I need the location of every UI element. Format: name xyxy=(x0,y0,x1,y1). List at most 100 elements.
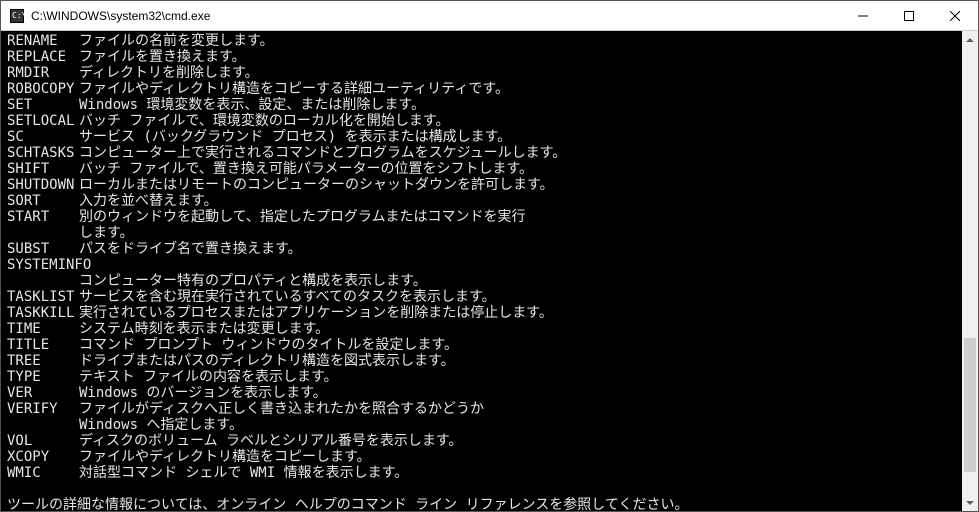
help-line: SHUTDOWNローカルまたはリモートのコンピューターのシャットダウンを許可しま… xyxy=(7,177,972,193)
command-name: SORT xyxy=(7,193,79,209)
command-name: SCHTASKS xyxy=(7,145,79,161)
command-description: コンピューター特有のプロパティと構成を表示します。 xyxy=(79,273,427,289)
command-description: ファイルやディレクトリ構造をコピーします。 xyxy=(79,449,371,465)
command-description: バッチ ファイルで、環境変数のローカル化を開始します。 xyxy=(79,113,449,129)
scroll-up-button[interactable] xyxy=(962,31,978,48)
command-name: WMIC xyxy=(7,465,79,481)
command-name: RENAME xyxy=(7,33,79,49)
command-name: TITLE xyxy=(7,337,79,353)
help-line: SHIFTバッチ ファイルで、置き換え可能パラメーターの位置をシフトします。 xyxy=(7,161,972,177)
chevron-up-icon xyxy=(966,38,974,42)
help-line: TYPEテキスト ファイルの内容を表示します。 xyxy=(7,369,972,385)
help-line: TIMEシステム時刻を表示または変更します。 xyxy=(7,321,972,337)
command-name xyxy=(7,417,79,433)
help-line: VERIFYファイルがディスクへ正しく書き込まれたかを照合するかどうか xyxy=(7,401,972,417)
help-line: TASKKILL実行されているプロセスまたはアプリケーションを削除または停止しま… xyxy=(7,305,972,321)
minimize-icon xyxy=(858,11,868,21)
command-name: XCOPY xyxy=(7,449,79,465)
command-name: SET xyxy=(7,97,79,113)
command-description: コンピューター上で実行されるコマンドとプログラムをスケジュールします。 xyxy=(79,145,566,161)
window-title: C:\WINDOWS\system32\cmd.exe xyxy=(31,9,840,23)
cmd-app-icon: C:\ xyxy=(9,8,25,24)
command-name: SYSTEMINFO xyxy=(7,257,79,273)
command-description: サービスを含む現在実行されているすべてのタスクを表示します。 xyxy=(79,289,496,305)
help-line: RENAMEファイルの名前を変更します。 xyxy=(7,33,972,49)
maximize-icon xyxy=(904,11,914,21)
command-description: ファイルがディスクへ正しく書き込まれたかを照合するかどうか xyxy=(79,401,484,417)
command-description: Windows へ指定します。 xyxy=(79,417,243,433)
command-description: 対話型コマンド シェルで WMI 情報を表示します。 xyxy=(79,465,408,481)
command-name: SC xyxy=(7,129,79,145)
command-name: TIME xyxy=(7,321,79,337)
help-line: TITLEコマンド プロンプト ウィンドウのタイトルを設定します。 xyxy=(7,337,972,353)
command-name: ROBOCOPY xyxy=(7,81,79,97)
command-description: 別のウィンドウを起動して、指定したプログラムまたはコマンドを実行 xyxy=(79,209,525,225)
command-description: パスをドライブ名で置き換えます。 xyxy=(79,241,302,257)
command-description: します。 xyxy=(79,225,134,241)
command-name: TYPE xyxy=(7,369,79,385)
help-line: REPLACEファイルを置き換えます。 xyxy=(7,49,972,65)
help-line: TASKLISTサービスを含む現在実行されているすべてのタスクを表示します。 xyxy=(7,289,972,305)
command-name: VERIFY xyxy=(7,401,79,417)
help-line: SCサービス (バックグラウンド プロセス) を表示または構成します。 xyxy=(7,129,972,145)
window-controls xyxy=(840,1,978,30)
help-line: XCOPYファイルやディレクトリ構造をコピーします。 xyxy=(7,449,972,465)
scrollbar-thumb[interactable] xyxy=(964,338,976,472)
help-line: START別のウィンドウを起動して、指定したプログラムまたはコマンドを実行 xyxy=(7,209,972,225)
svg-text:C:\: C:\ xyxy=(12,11,24,20)
command-name: START xyxy=(7,209,79,225)
command-name xyxy=(7,225,79,241)
maximize-button[interactable] xyxy=(886,1,932,30)
help-line: コンピューター特有のプロパティと構成を表示します。 xyxy=(7,273,972,289)
minimize-button[interactable] xyxy=(840,1,886,30)
command-description: ファイルを置き換えます。 xyxy=(79,49,246,65)
command-description: ローカルまたはリモートのコンピューターのシャットダウンを許可します。 xyxy=(79,177,554,193)
command-description: ファイルやディレクトリ構造をコピーする詳細ユーティリティです。 xyxy=(79,81,509,97)
titlebar[interactable]: C:\ C:\WINDOWS\system32\cmd.exe xyxy=(1,1,978,31)
help-footer: ツールの詳細な情報については、オンライン ヘルプのコマンド ライン リファレンス… xyxy=(7,497,972,511)
help-line: VOLディスクのボリューム ラベルとシリアル番号を表示します。 xyxy=(7,433,972,449)
command-name: TASKKILL xyxy=(7,305,79,321)
command-description: システム時刻を表示または変更します。 xyxy=(79,321,329,337)
command-description: サービス (バックグラウンド プロセス) を表示または構成します。 xyxy=(79,129,511,145)
vertical-scrollbar[interactable] xyxy=(962,31,978,511)
help-line: RMDIRディレクトリを削除します。 xyxy=(7,65,972,81)
command-description: Windows のバージョンを表示します。 xyxy=(79,385,327,401)
help-line: SETLOCALバッチ ファイルで、環境変数のローカル化を開始します。 xyxy=(7,113,972,129)
help-line: SYSTEMINFO xyxy=(7,257,972,273)
command-description: バッチ ファイルで、置き換え可能パラメーターの位置をシフトします。 xyxy=(79,161,533,177)
command-description: ファイルの名前を変更します。 xyxy=(79,33,274,49)
command-name: RMDIR xyxy=(7,65,79,81)
scroll-down-button[interactable] xyxy=(962,494,978,511)
command-name: SHUTDOWN xyxy=(7,177,79,193)
blank-line xyxy=(7,481,972,497)
help-line: SETWindows 環境変数を表示、設定、または削除します。 xyxy=(7,97,972,113)
command-name: VER xyxy=(7,385,79,401)
help-line: WMIC対話型コマンド シェルで WMI 情報を表示します。 xyxy=(7,465,972,481)
scrollbar-track[interactable] xyxy=(962,48,978,494)
command-description: コマンド プロンプト ウィンドウのタイトルを設定します。 xyxy=(79,337,458,353)
command-name: SUBST xyxy=(7,241,79,257)
close-button[interactable] xyxy=(932,1,978,30)
command-description: ディレクトリを削除します。 xyxy=(79,65,259,81)
help-line: Windows へ指定します。 xyxy=(7,417,972,433)
command-description: 実行されているプロセスまたはアプリケーションを削除または停止します。 xyxy=(79,305,553,321)
command-name: TASKLIST xyxy=(7,289,79,305)
help-line: TREEドライブまたはパスのディレクトリ構造を図式表示します。 xyxy=(7,353,972,369)
command-description: Windows 環境変数を表示、設定、または削除します。 xyxy=(79,97,425,113)
command-name: SETLOCAL xyxy=(7,113,79,129)
help-line: します。 xyxy=(7,225,972,241)
command-name xyxy=(7,273,79,289)
cmd-window: C:\ C:\WINDOWS\system32\cmd.exe RENAMEファ… xyxy=(0,0,979,512)
terminal-output[interactable]: RENAMEファイルの名前を変更します。REPLACEファイルを置き換えます。R… xyxy=(1,31,978,511)
command-name: VOL xyxy=(7,433,79,449)
command-description: ディスクのボリューム ラベルとシリアル番号を表示します。 xyxy=(79,433,463,449)
help-line: ROBOCOPYファイルやディレクトリ構造をコピーする詳細ユーティリティです。 xyxy=(7,81,972,97)
command-description: 入力を並べ替えます。 xyxy=(79,193,218,209)
command-name: TREE xyxy=(7,353,79,369)
command-description: ドライブまたはパスのディレクトリ構造を図式表示します。 xyxy=(79,353,455,369)
command-name: SHIFT xyxy=(7,161,79,177)
close-icon xyxy=(950,11,960,21)
help-line: SUBSTパスをドライブ名で置き換えます。 xyxy=(7,241,972,257)
help-line: SCHTASKSコンピューター上で実行されるコマンドとプログラムをスケジュールし… xyxy=(7,145,972,161)
